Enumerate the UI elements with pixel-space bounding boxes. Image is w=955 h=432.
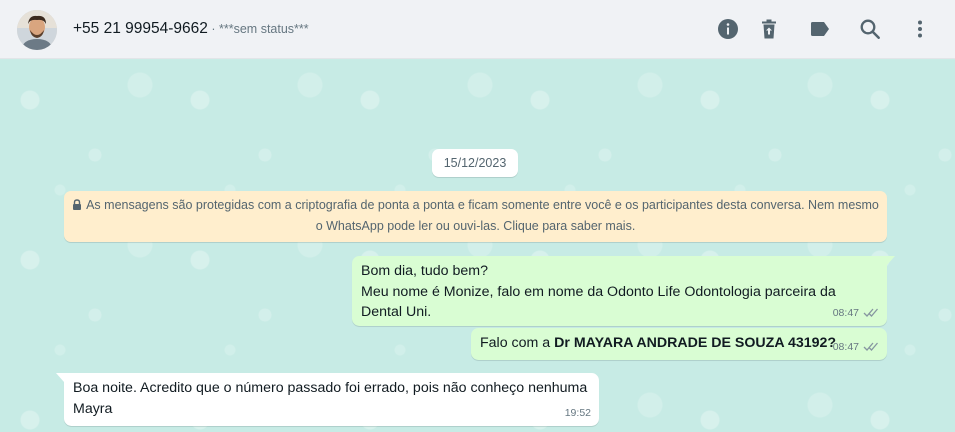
message-meta: 08:47 — [833, 303, 879, 324]
chat-panel[interactable]: 15/12/2023 As mensagens são protegidas c… — [0, 60, 955, 432]
info-icon[interactable] — [716, 17, 740, 41]
message-bubble-outgoing[interactable]: Falo com a Dr MAYARA ANDRADE DE SOUZA 43… — [471, 328, 887, 360]
message-line: Dental Uni. — [361, 304, 432, 320]
encryption-notice[interactable]: As mensagens são protegidas com a cripto… — [64, 191, 887, 242]
read-ticks-icon — [863, 307, 879, 318]
message-meta: 19:52 — [565, 403, 591, 424]
message-bold-text: Dr MAYARA ANDRADE DE SOUZA 43192? — [554, 335, 837, 351]
message-bubble-outgoing[interactable]: Bom dia, tudo bem? Meu nome é Monize, fa… — [352, 256, 895, 326]
message-time: 08:47 — [832, 340, 859, 353]
message-bubble-incoming[interactable]: Boa noite. Acredito que o número passado… — [56, 373, 599, 426]
message-time: 08:47 — [832, 306, 859, 319]
message-meta: 08:47 — [833, 337, 879, 358]
message-line: Falo com a Dr MAYARA ANDRADE DE SOUZA 43… — [480, 333, 878, 354]
message-time: 19:52 — [564, 406, 591, 419]
delete-icon[interactable] — [757, 17, 781, 41]
message-line: Meu nome é Monize, falo em nome da Odont… — [361, 283, 836, 300]
message-prefix: Falo com a — [480, 335, 555, 351]
contact-name: +55 21 99954-9662 — [73, 20, 208, 37]
message-line: Bom dia, tudo bem? — [361, 263, 488, 279]
lock-icon — [72, 196, 82, 210]
search-icon[interactable] — [858, 17, 882, 41]
more-icon[interactable] — [908, 17, 932, 41]
encryption-line-1: As mensagens são protegidas com a cripto… — [86, 198, 879, 212]
contact-info[interactable]: +55 21 99954-9662 · ***sem status*** — [73, 20, 309, 38]
contact-status: ***sem status*** — [219, 22, 309, 36]
message-line: Boa noite. Acredito que o número passado… — [73, 380, 588, 396]
avatar[interactable] — [17, 10, 57, 50]
read-ticks-icon — [863, 341, 879, 352]
separator: · — [207, 22, 220, 36]
message-line: Mayra — [73, 400, 113, 417]
chat-header: +55 21 99954-9662 · ***sem status*** — [0, 0, 955, 59]
label-icon[interactable] — [808, 17, 832, 41]
encryption-line-2: o WhatsApp pode ler ou ouvi-las. Clique … — [315, 219, 636, 233]
date-chip: 15/12/2023 — [432, 149, 518, 177]
